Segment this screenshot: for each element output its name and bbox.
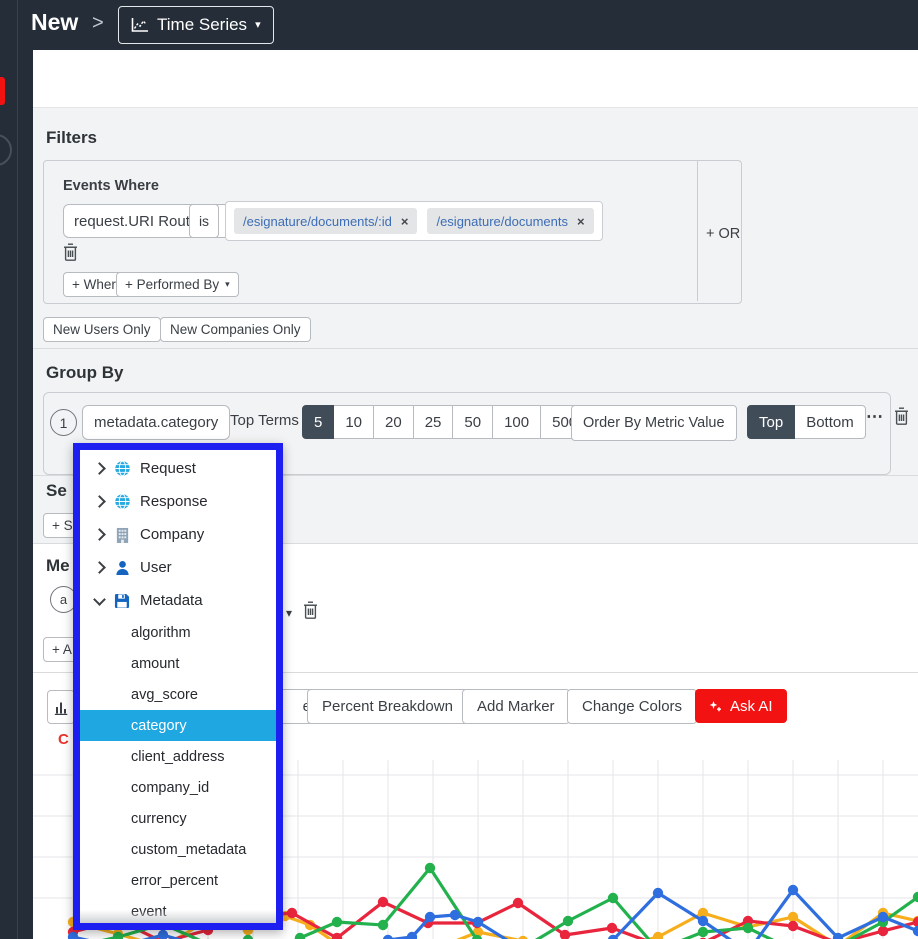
count-option-5[interactable]: 5 xyxy=(302,405,334,439)
top-bottom-toggle-group: TopBottom xyxy=(747,405,866,439)
filter-or-divider xyxy=(697,161,698,301)
ask-ai-button[interactable]: Ask AI xyxy=(695,689,787,723)
add-or-button[interactable]: + OR xyxy=(706,226,740,242)
field-option-custom_metadata[interactable]: custom_metadata xyxy=(80,834,276,865)
change-colors-button[interactable]: Change Colors xyxy=(567,689,697,724)
page-title: New xyxy=(31,9,78,36)
count-option-25[interactable]: 25 xyxy=(413,405,454,439)
red-text-fragment: C xyxy=(58,731,69,748)
tree-item-label: Metadata xyxy=(140,592,203,609)
field-option-amount[interactable]: amount xyxy=(80,648,276,679)
delete-group-by-trash-icon[interactable] xyxy=(894,407,909,426)
top-terms-count-group: 510202550100500 xyxy=(302,405,589,439)
count-option-50[interactable]: 50 xyxy=(452,405,493,439)
group-by-field-button[interactable]: metadata.category xyxy=(82,405,230,440)
globe-icon xyxy=(113,460,131,478)
count-option-10[interactable]: 10 xyxy=(333,405,374,439)
red-indicator xyxy=(0,77,5,105)
close-icon[interactable]: × xyxy=(401,214,409,229)
ask-ai-label: Ask AI xyxy=(730,698,773,715)
field-option-client_address[interactable]: client_address xyxy=(80,741,276,772)
user-icon xyxy=(113,559,131,577)
field-option-error_percent[interactable]: error_percent xyxy=(80,865,276,896)
field-picker-dropdown: Request Response Company User Metadata algor… xyxy=(73,443,283,930)
field-option-avg_score[interactable]: avg_score xyxy=(80,679,276,710)
chevron-right-icon[interactable] xyxy=(93,462,106,475)
close-icon[interactable]: × xyxy=(577,214,585,229)
field-option-event[interactable]: event xyxy=(80,896,276,927)
chevron-right-icon[interactable] xyxy=(93,561,106,574)
tree-item-label: User xyxy=(140,559,172,576)
sidebar-divider xyxy=(17,0,18,939)
metric-chevron-down-icon[interactable]: ▾ xyxy=(286,607,292,619)
more-options-icon[interactable]: ⋯ xyxy=(866,407,883,427)
field-option-currency[interactable]: currency xyxy=(80,803,276,834)
field-children: algorithmamountavg_scorecategoryclient_a… xyxy=(80,617,276,927)
filter-values-container[interactable]: /esignature/documents/:id × /esignature/… xyxy=(225,201,603,241)
chevron-down-icon[interactable] xyxy=(93,593,106,606)
chart-style-button[interactable] xyxy=(47,690,75,724)
add-marker-button[interactable]: Add Marker xyxy=(462,689,570,724)
percent-breakdown-button[interactable]: Percent Breakdown xyxy=(307,689,468,724)
operator-button[interactable]: is xyxy=(189,204,219,238)
tree-item-request[interactable]: Request xyxy=(80,452,276,485)
events-where-label: Events Where xyxy=(63,178,159,194)
content-top-strip xyxy=(33,50,918,107)
chart-type-dropdown-button[interactable]: Time Series ▾ xyxy=(118,6,274,44)
new-companies-only-button[interactable]: New Companies Only xyxy=(160,317,311,342)
filter-value-chip[interactable]: /esignature/documents/:id × xyxy=(234,208,417,234)
add-performed-by-button[interactable]: + Performed By ▾ xyxy=(116,272,239,297)
floppy-icon xyxy=(113,592,131,610)
order-by-metric-button[interactable]: Order By Metric Value xyxy=(571,405,737,441)
field-option-algorithm[interactable]: algorithm xyxy=(80,617,276,648)
tree-item-response[interactable]: Response xyxy=(80,485,276,518)
chevron-right-icon[interactable] xyxy=(93,495,106,508)
chart-type-label: Time Series xyxy=(157,15,247,35)
se-section-title-fragment: Se xyxy=(46,481,67,501)
chevron-down-icon: ▾ xyxy=(255,20,261,31)
filters-title: Filters xyxy=(46,128,97,148)
chip-label: /esignature/documents xyxy=(436,214,568,229)
globe-icon xyxy=(113,493,131,511)
tree-item-company[interactable]: Company xyxy=(80,518,276,551)
add-performed-by-label: + Performed By xyxy=(125,277,219,292)
tree-item-label: Response xyxy=(140,493,208,510)
group-by-index-badge: 1 xyxy=(50,409,77,436)
filter-value-chip[interactable]: /esignature/documents × xyxy=(427,208,593,234)
delete-filter-trash-icon[interactable] xyxy=(63,243,78,262)
building-icon xyxy=(113,526,131,544)
sparkle-icon xyxy=(709,700,722,713)
line-chart-icon xyxy=(131,16,149,34)
chip-label: /esignature/documents/:id xyxy=(243,214,392,229)
tree-item-label: Company xyxy=(140,526,204,543)
count-option-20[interactable]: 20 xyxy=(373,405,414,439)
app-root: New > Time Series ▾ Filters Events Where… xyxy=(0,0,918,939)
new-users-only-button[interactable]: New Users Only xyxy=(43,317,161,342)
top-terms-label: Top Terms xyxy=(230,412,299,429)
bar-chart-icon xyxy=(54,699,68,715)
tree-item-user[interactable]: User xyxy=(80,551,276,584)
filter-field-label: request.URI Route xyxy=(74,213,198,230)
direction-option-top[interactable]: Top xyxy=(747,405,795,439)
tree-item-metadata[interactable]: Metadata xyxy=(80,584,276,617)
field-option-company_id[interactable]: company_id xyxy=(80,772,276,803)
direction-option-bottom[interactable]: Bottom xyxy=(794,405,866,439)
chevron-down-icon: ▾ xyxy=(225,280,230,289)
field-tree: Request Response Company User Metadata xyxy=(80,452,276,617)
me-section-title-fragment: Me xyxy=(46,556,70,576)
breadcrumb-separator: > xyxy=(92,12,104,35)
group-by-title: Group By xyxy=(46,363,123,383)
field-option-category[interactable]: category xyxy=(80,710,276,741)
tree-item-label: Request xyxy=(140,460,196,477)
chevron-right-icon[interactable] xyxy=(93,528,106,541)
delete-metric-trash-icon[interactable] xyxy=(303,601,318,620)
count-option-100[interactable]: 100 xyxy=(492,405,541,439)
